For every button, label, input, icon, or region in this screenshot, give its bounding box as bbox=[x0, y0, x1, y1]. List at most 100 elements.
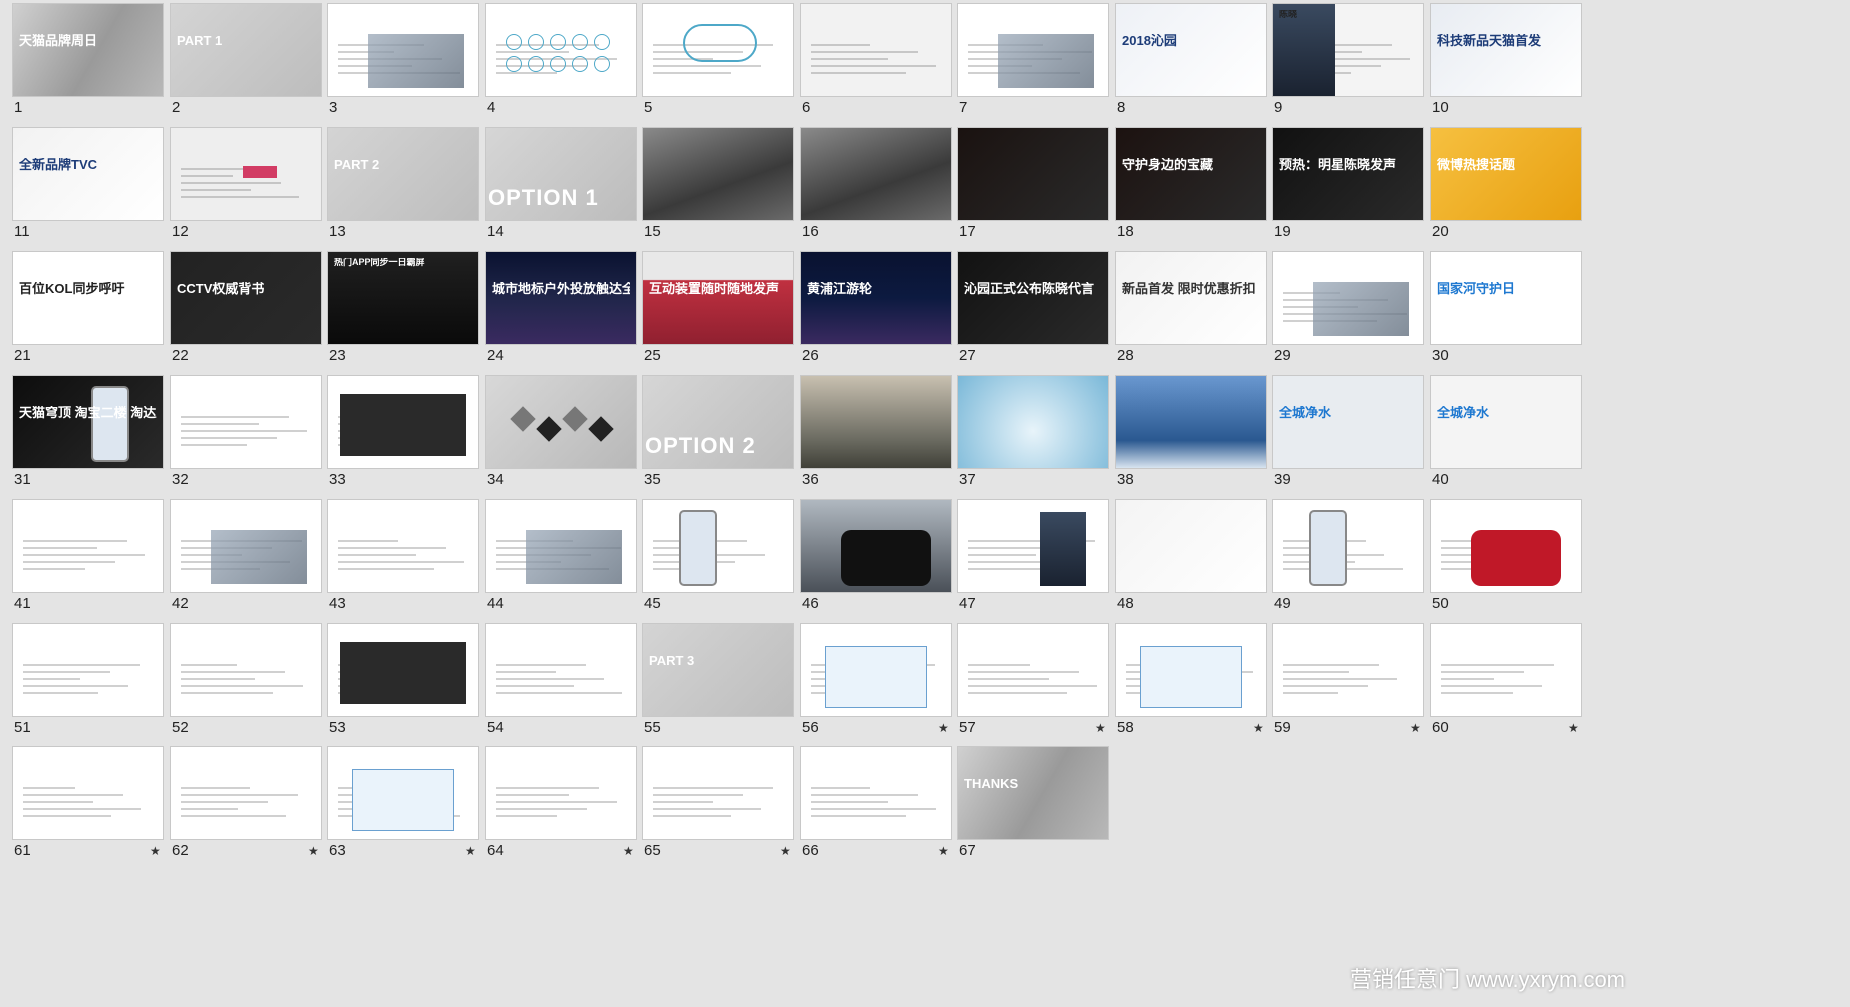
slide-thumbnail[interactable]: 国家河守护日 30 bbox=[1418, 238, 1586, 364]
slide-preview[interactable] bbox=[327, 375, 479, 469]
slide-preview[interactable]: PART 3 bbox=[642, 623, 794, 717]
slide-thumbnail[interactable]: THANKS 67 bbox=[945, 733, 1113, 859]
slide-thumbnail[interactable]: 天猫穹顶 淘宝二楼 淘达人 31 bbox=[0, 362, 168, 488]
slide-preview[interactable] bbox=[800, 746, 952, 840]
slide-thumbnail[interactable]: OPTION 1 14 bbox=[473, 114, 641, 240]
slide-thumbnail[interactable]: 微博热搜话题 20 bbox=[1418, 114, 1586, 240]
slide-thumbnail[interactable]: 3 bbox=[315, 0, 483, 116]
slide-preview[interactable] bbox=[12, 746, 164, 840]
slide-thumbnail[interactable]: CCTV权威背书 22 bbox=[158, 238, 326, 364]
slide-preview[interactable]: 全城净水 bbox=[1430, 375, 1582, 469]
slide-preview[interactable] bbox=[485, 746, 637, 840]
slide-preview[interactable] bbox=[485, 623, 637, 717]
slide-thumbnail[interactable]: PART 3 55 bbox=[630, 610, 798, 736]
slide-thumbnail[interactable]: 全城净水 40 bbox=[1418, 362, 1586, 488]
slide-thumbnail[interactable]: 58 ★ bbox=[1103, 610, 1271, 736]
slide-thumbnail[interactable]: 守护身边的宝藏 18 bbox=[1103, 114, 1271, 240]
slide-thumbnail[interactable]: 61 ★ bbox=[0, 733, 168, 859]
slide-preview[interactable]: 天猫品牌周日 bbox=[12, 3, 164, 97]
slide-thumbnail[interactable]: 全城净水 39 bbox=[1260, 362, 1428, 488]
slide-thumbnail[interactable]: 62 ★ bbox=[158, 733, 326, 859]
slide-thumbnail[interactable]: PART 12 bbox=[158, 0, 326, 116]
slide-thumbnail[interactable]: 44 bbox=[473, 486, 641, 612]
slide-thumbnail[interactable]: 16 bbox=[788, 114, 956, 240]
slide-thumbnail[interactable]: 49 bbox=[1260, 486, 1428, 612]
slide-thumbnail[interactable]: 50 bbox=[1418, 486, 1586, 612]
slide-thumbnail[interactable]: 科技新品天猫首发 10 bbox=[1418, 0, 1586, 116]
slide-preview[interactable]: 热门APP同步一日霸屏 bbox=[327, 251, 479, 345]
slide-thumbnail[interactable]: 57 ★ bbox=[945, 610, 1113, 736]
slide-preview[interactable] bbox=[800, 623, 952, 717]
slide-preview[interactable]: 2018沁园 bbox=[1115, 3, 1267, 97]
slide-preview[interactable] bbox=[12, 623, 164, 717]
slide-preview[interactable] bbox=[327, 623, 479, 717]
slide-thumbnail[interactable]: 41 bbox=[0, 486, 168, 612]
slide-thumbnail[interactable]: 65 ★ bbox=[630, 733, 798, 859]
slide-preview[interactable]: 微博热搜话题 bbox=[1430, 127, 1582, 221]
slide-thumbnail[interactable]: 48 bbox=[1103, 486, 1271, 612]
slide-thumbnail[interactable]: 全新品牌TVC 11 bbox=[0, 114, 168, 240]
slide-preview[interactable]: 国家河守护日 bbox=[1430, 251, 1582, 345]
slide-preview[interactable] bbox=[327, 499, 479, 593]
slide-thumbnail[interactable]: 37 bbox=[945, 362, 1113, 488]
slide-thumbnail[interactable]: 2018沁园 8 bbox=[1103, 0, 1271, 116]
slide-preview[interactable]: THANKS bbox=[957, 746, 1109, 840]
slide-preview[interactable] bbox=[642, 3, 794, 97]
slide-thumbnail[interactable]: 预热：明星陈晓发声 19 bbox=[1260, 114, 1428, 240]
slide-thumbnail[interactable]: OPTION 2 35 bbox=[630, 362, 798, 488]
slide-preview[interactable] bbox=[1115, 623, 1267, 717]
slide-preview[interactable] bbox=[327, 3, 479, 97]
slide-preview[interactable]: PART 2 bbox=[327, 127, 479, 221]
slide-preview[interactable] bbox=[642, 127, 794, 221]
slide-preview[interactable]: 新品首发 限时优惠折扣 bbox=[1115, 251, 1267, 345]
slide-thumbnail[interactable]: 5 bbox=[630, 0, 798, 116]
slide-thumbnail[interactable]: 43 bbox=[315, 486, 483, 612]
slide-thumbnail[interactable]: 互动装置随时随地发声 25 bbox=[630, 238, 798, 364]
slide-thumbnail[interactable]: 54 bbox=[473, 610, 641, 736]
slide-preview[interactable]: 百位KOL同步呼吁 bbox=[12, 251, 164, 345]
slide-preview[interactable] bbox=[12, 499, 164, 593]
slide-preview[interactable] bbox=[1115, 499, 1267, 593]
slide-thumbnail[interactable]: 34 bbox=[473, 362, 641, 488]
slide-preview[interactable] bbox=[642, 746, 794, 840]
slide-preview[interactable] bbox=[327, 746, 479, 840]
slide-preview[interactable]: 预热：明星陈晓发声 bbox=[1272, 127, 1424, 221]
slide-preview[interactable] bbox=[170, 127, 322, 221]
slide-preview[interactable]: 城市地标户外投放触达全民 bbox=[485, 251, 637, 345]
slide-thumbnail[interactable]: 新品首发 限时优惠折扣 28 bbox=[1103, 238, 1271, 364]
slide-thumbnail[interactable]: 4 bbox=[473, 0, 641, 116]
slide-preview[interactable]: 沁园正式公布陈晓代言 bbox=[957, 251, 1109, 345]
slide-thumbnail[interactable]: 60 ★ bbox=[1418, 610, 1586, 736]
slide-thumbnail[interactable]: 38 bbox=[1103, 362, 1271, 488]
slide-preview[interactable]: 科技新品天猫首发 bbox=[1430, 3, 1582, 97]
slide-thumbnail[interactable]: 32 bbox=[158, 362, 326, 488]
slide-preview[interactable] bbox=[957, 3, 1109, 97]
slide-thumbnail[interactable]: 百位KOL同步呼吁 21 bbox=[0, 238, 168, 364]
slide-thumbnail[interactable]: 城市地标户外投放触达全民24 bbox=[473, 238, 641, 364]
slide-preview[interactable] bbox=[800, 127, 952, 221]
slide-thumbnail[interactable]: 17 bbox=[945, 114, 1113, 240]
slide-preview[interactable]: 全新品牌TVC bbox=[12, 127, 164, 221]
slide-thumbnail[interactable]: 天猫品牌周日 1 bbox=[0, 0, 168, 116]
slide-preview[interactable] bbox=[957, 623, 1109, 717]
slide-preview[interactable]: 天猫穹顶 淘宝二楼 淘达人 bbox=[12, 375, 164, 469]
slide-preview[interactable] bbox=[800, 375, 952, 469]
slide-preview[interactable]: 守护身边的宝藏 bbox=[1115, 127, 1267, 221]
slide-preview[interactable] bbox=[1272, 623, 1424, 717]
slide-thumbnail[interactable]: 64 ★ bbox=[473, 733, 641, 859]
slide-thumbnail[interactable]: 51 bbox=[0, 610, 168, 736]
slide-preview[interactable] bbox=[957, 375, 1109, 469]
slide-thumbnail[interactable]: 33 bbox=[315, 362, 483, 488]
slide-thumbnail[interactable]: 66 ★ bbox=[788, 733, 956, 859]
slide-thumbnail[interactable]: 53 bbox=[315, 610, 483, 736]
slide-thumbnail[interactable]: 沁园正式公布陈晓代言 27 bbox=[945, 238, 1113, 364]
slide-preview[interactable] bbox=[800, 499, 952, 593]
slide-preview[interactable] bbox=[170, 499, 322, 593]
slide-preview[interactable]: 全城净水 bbox=[1272, 375, 1424, 469]
slide-thumbnail[interactable]: 46 bbox=[788, 486, 956, 612]
slide-preview[interactable] bbox=[642, 499, 794, 593]
slide-thumbnail[interactable]: 29 bbox=[1260, 238, 1428, 364]
slide-thumbnail[interactable]: 63 ★ bbox=[315, 733, 483, 859]
slide-thumbnail[interactable]: 36 bbox=[788, 362, 956, 488]
slide-thumbnail[interactable]: 45 bbox=[630, 486, 798, 612]
